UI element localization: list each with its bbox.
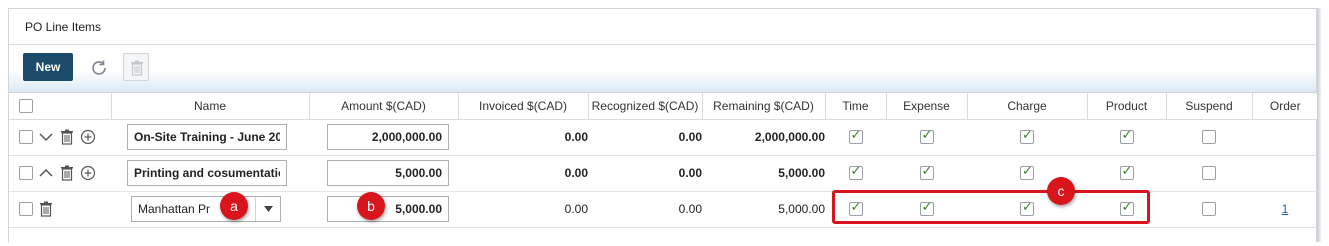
time-checkbox[interactable] (848, 164, 863, 181)
chevron-down-icon[interactable] (38, 129, 54, 145)
add-circle-icon[interactable] (80, 129, 96, 145)
remaining-value: 5,000.00 (702, 191, 825, 228)
col-time[interactable]: Time (825, 93, 887, 120)
col-remaining[interactable]: Remaining $(CAD) (702, 93, 826, 120)
toolbar: New (9, 45, 1316, 93)
charge-checkbox[interactable] (1020, 128, 1034, 145)
product-checkbox[interactable] (1119, 128, 1134, 145)
delete-toolbar-button[interactable] (123, 53, 149, 81)
new-button[interactable]: New (23, 53, 73, 81)
highlight-box (832, 190, 1150, 224)
select-all-cell (9, 93, 112, 120)
section-title: PO Line Items (9, 9, 1316, 45)
col-expense[interactable]: Expense (886, 93, 968, 120)
caret-down-icon (263, 206, 273, 212)
trash-icon[interactable] (59, 165, 75, 181)
callout-c: c (1047, 177, 1075, 205)
row-checkbox[interactable] (19, 130, 33, 144)
order-link[interactable]: 1 (1282, 202, 1289, 216)
suspend-checkbox[interactable] (1202, 166, 1216, 181)
line-amount-input[interactable] (327, 124, 449, 150)
col-recognized[interactable]: Recognized $(CAD) (588, 93, 703, 120)
trash-icon[interactable] (38, 201, 54, 217)
chevron-up-icon[interactable] (38, 165, 54, 181)
add-circle-icon[interactable] (80, 165, 96, 181)
recognized-value: 0.00 (588, 119, 702, 156)
callout-a: a (220, 192, 248, 220)
suspend-checkbox[interactable] (1202, 202, 1216, 217)
invoiced-value: 0.00 (458, 191, 588, 228)
row-checkbox[interactable] (19, 166, 33, 180)
col-product[interactable]: Product (1087, 93, 1167, 120)
table-row: 0.00 0.00 2,000,000.00 (9, 119, 1318, 156)
header-row: Name Amount $(CAD) Invoiced $(CAD) Recog… (9, 93, 1318, 120)
table-row: 0.00 0.00 5,000.00 (9, 155, 1318, 192)
invoiced-value: 0.00 (458, 155, 588, 192)
col-suspend[interactable]: Suspend (1166, 93, 1253, 120)
line-name-input[interactable] (127, 124, 287, 150)
row-checkbox[interactable] (19, 202, 33, 216)
expense-checkbox[interactable] (919, 128, 934, 145)
refresh-icon[interactable] (89, 58, 109, 78)
trash-icon (131, 60, 143, 76)
recognized-value: 0.00 (588, 191, 702, 228)
charge-checkbox[interactable] (1020, 164, 1034, 181)
line-amount-input[interactable] (327, 196, 449, 222)
col-amount[interactable]: Amount $(CAD) (309, 93, 459, 120)
invoiced-value: 0.00 (458, 119, 588, 156)
col-name[interactable]: Name (111, 93, 310, 120)
time-checkbox[interactable] (848, 128, 863, 145)
col-invoiced[interactable]: Invoiced $(CAD) (458, 93, 589, 120)
dropdown-button[interactable] (255, 197, 280, 221)
line-name-input[interactable] (127, 160, 287, 186)
panel-shadow (1317, 8, 1321, 242)
remaining-value: 5,000.00 (702, 155, 825, 192)
product-select[interactable]: Manhattan Pr (131, 196, 281, 222)
product-checkbox[interactable] (1119, 164, 1134, 181)
remaining-value: 2,000,000.00 (702, 119, 825, 156)
suspend-checkbox[interactable] (1202, 130, 1216, 145)
col-charge[interactable]: Charge (967, 93, 1088, 120)
callout-b: b (357, 192, 385, 220)
expense-checkbox[interactable] (919, 164, 934, 181)
col-order[interactable]: Order (1252, 93, 1318, 120)
recognized-value: 0.00 (588, 155, 702, 192)
select-all-checkbox[interactable] (19, 99, 33, 114)
trash-icon[interactable] (59, 129, 75, 145)
line-amount-input[interactable] (327, 160, 449, 186)
